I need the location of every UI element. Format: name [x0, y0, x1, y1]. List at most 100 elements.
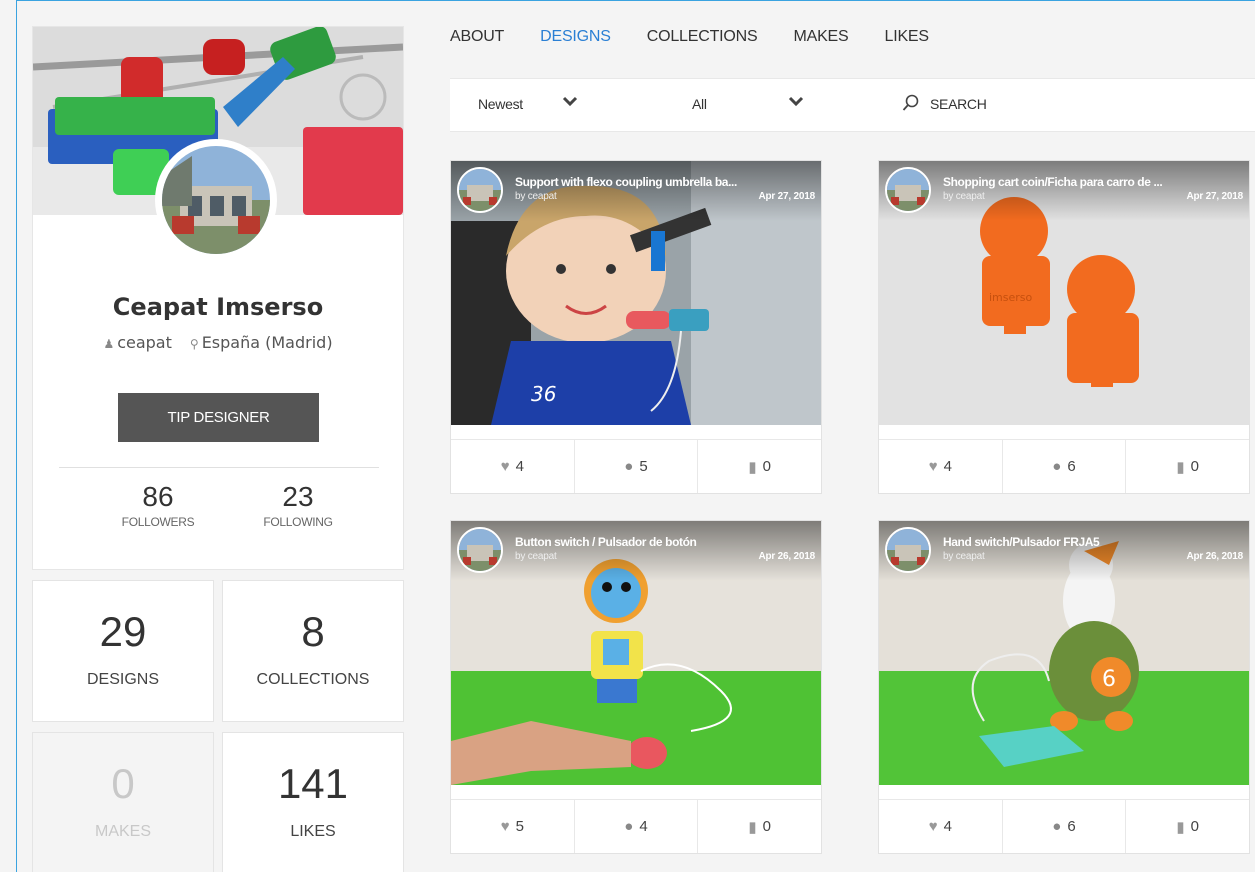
user-group-icon: ♟: [103, 337, 115, 351]
comment-button[interactable]: ▮ 0: [698, 440, 821, 493]
heart-icon: ♥: [928, 458, 938, 475]
author-avatar[interactable]: [885, 167, 931, 213]
card-actions: ♥ 5 ● 4 ▮ 0: [451, 799, 821, 853]
category-select[interactable]: All: [692, 96, 707, 112]
following-stat[interactable]: 23 FOLLOWING: [223, 481, 373, 529]
profile-card: Ceapat Imserso ♟ ceapat ⚲ España (Madrid) T…: [32, 26, 404, 570]
profile-name: Ceapat Imserso: [112, 293, 324, 321]
svg-text:6: 6: [1102, 667, 1116, 692]
heart-icon: ♥: [500, 458, 510, 475]
avatar[interactable]: [155, 139, 277, 261]
like-count: 4: [515, 458, 524, 475]
svg-text:36: 36: [531, 382, 556, 406]
author-avatar[interactable]: [457, 527, 503, 573]
make-icon: ●: [624, 458, 634, 475]
username-link[interactable]: ceapat: [117, 333, 172, 352]
comment-count: 0: [1190, 818, 1199, 835]
collections-label: COLLECTIONS: [256, 671, 370, 688]
design-title[interactable]: Shopping cart coin/Ficha para carro de .…: [943, 175, 1243, 189]
comment-icon: ▮: [748, 818, 757, 836]
tab-collections[interactable]: COLLECTIONS: [647, 28, 758, 52]
make-button[interactable]: ● 6: [1003, 440, 1127, 493]
search-icon[interactable]: [902, 94, 920, 112]
design-author[interactable]: by ceapat: [515, 191, 557, 202]
comment-button[interactable]: ▮ 0: [698, 800, 821, 853]
make-icon: ●: [1052, 458, 1062, 475]
collections-stat[interactable]: 8 COLLECTIONS: [222, 580, 404, 722]
make-count: 5: [639, 458, 648, 475]
design-date: Apr 26, 2018: [1186, 551, 1243, 562]
make-count: 4: [639, 818, 648, 835]
chevron-down-icon[interactable]: [562, 93, 578, 109]
tab-about[interactable]: ABOUT: [450, 28, 504, 52]
followers-label: FOLLOWERS: [121, 515, 195, 529]
design-author[interactable]: by ceapat: [943, 191, 985, 202]
make-button[interactable]: ● 6: [1003, 800, 1127, 853]
design-title[interactable]: Support with flexo coupling umbrella ba.…: [515, 175, 815, 189]
design-card[interactable]: 36 Support with flexo coupling umbrella …: [450, 160, 822, 494]
comment-button[interactable]: ▮ 0: [1126, 800, 1249, 853]
designs-stat[interactable]: 29 DESIGNS: [32, 580, 214, 722]
comment-button[interactable]: ▮ 0: [1126, 440, 1249, 493]
comment-icon: ▮: [748, 458, 757, 476]
design-title[interactable]: Hand switch/Pulsador FRJA5: [943, 535, 1243, 549]
avatar-image: [162, 146, 270, 254]
like-button[interactable]: ♥ 4: [879, 800, 1003, 853]
like-button[interactable]: ♥ 4: [451, 440, 575, 493]
sort-select[interactable]: Newest: [478, 96, 523, 112]
like-button[interactable]: ♥ 5: [451, 800, 575, 853]
following-count: 23: [282, 481, 314, 512]
author-avatar[interactable]: [885, 527, 931, 573]
design-card[interactable]: imserso Shopping cart coin/Ficha para ca…: [878, 160, 1250, 494]
like-button[interactable]: ♥ 4: [879, 440, 1003, 493]
map-pin-icon: ⚲: [189, 337, 199, 351]
card-actions: ♥ 4 ● 6 ▮ 0: [879, 439, 1249, 493]
design-card[interactable]: 6 Hand switch/Pulsador FRJA5 by ceapat A…: [878, 520, 1250, 854]
location-text: España (Madrid): [201, 333, 333, 352]
make-count: 6: [1067, 458, 1076, 475]
chevron-down-icon[interactable]: [788, 93, 804, 109]
designs-label: DESIGNS: [86, 671, 159, 688]
heart-icon: ♥: [500, 818, 510, 835]
collections-count: 8: [301, 608, 325, 655]
comment-count: 0: [762, 458, 771, 475]
design-date: Apr 26, 2018: [758, 551, 815, 562]
tab-designs[interactable]: DESIGNS: [540, 28, 611, 52]
design-date: Apr 27, 2018: [758, 191, 815, 202]
make-button[interactable]: ● 4: [575, 800, 699, 853]
design-author[interactable]: by ceapat: [943, 551, 985, 562]
makes-count: 0: [111, 760, 135, 807]
heart-icon: ♥: [928, 818, 938, 835]
following-label: FOLLOWING: [263, 515, 333, 529]
likes-count: 141: [277, 760, 349, 807]
tab-makes[interactable]: MAKES: [793, 28, 848, 52]
followers-stat[interactable]: 86 FOLLOWERS: [83, 481, 233, 529]
author-avatar[interactable]: [457, 167, 503, 213]
design-title[interactable]: Button switch / Pulsador de botón: [515, 535, 815, 549]
design-author[interactable]: by ceapat: [515, 551, 557, 562]
search-input[interactable]: SEARCH: [930, 96, 987, 112]
comment-count: 0: [1190, 458, 1199, 475]
profile-meta: ♟ ceapat ⚲ España (Madrid): [33, 333, 403, 352]
followers-count: 86: [142, 481, 174, 512]
make-icon: ●: [1052, 818, 1062, 835]
card-actions: ♥ 4 ● 5 ▮ 0: [451, 439, 821, 493]
comment-count: 0: [762, 818, 771, 835]
likes-stat[interactable]: 141 LIKES: [222, 732, 404, 872]
comment-icon: ▮: [1176, 818, 1185, 836]
filter-bar: Newest All SEARCH: [450, 78, 1255, 132]
make-button[interactable]: ● 5: [575, 440, 699, 493]
comment-icon: ▮: [1176, 458, 1185, 476]
likes-label: LIKES: [290, 823, 336, 840]
card-actions: ♥ 4 ● 6 ▮ 0: [879, 799, 1249, 853]
svg-text:imserso: imserso: [989, 291, 1033, 304]
like-count: 4: [943, 818, 952, 835]
like-count: 5: [515, 818, 524, 835]
tab-likes[interactable]: LIKES: [885, 28, 930, 52]
makes-stat[interactable]: 0 MAKES: [32, 732, 214, 872]
make-icon: ●: [624, 818, 634, 835]
design-card[interactable]: Button switch / Pulsador de botón by cea…: [450, 520, 822, 854]
make-count: 6: [1067, 818, 1076, 835]
tip-designer-button[interactable]: TIP DESIGNER: [118, 393, 319, 442]
profile-tabs: ABOUT DESIGNS COLLECTIONS MAKES LIKES: [450, 28, 965, 52]
